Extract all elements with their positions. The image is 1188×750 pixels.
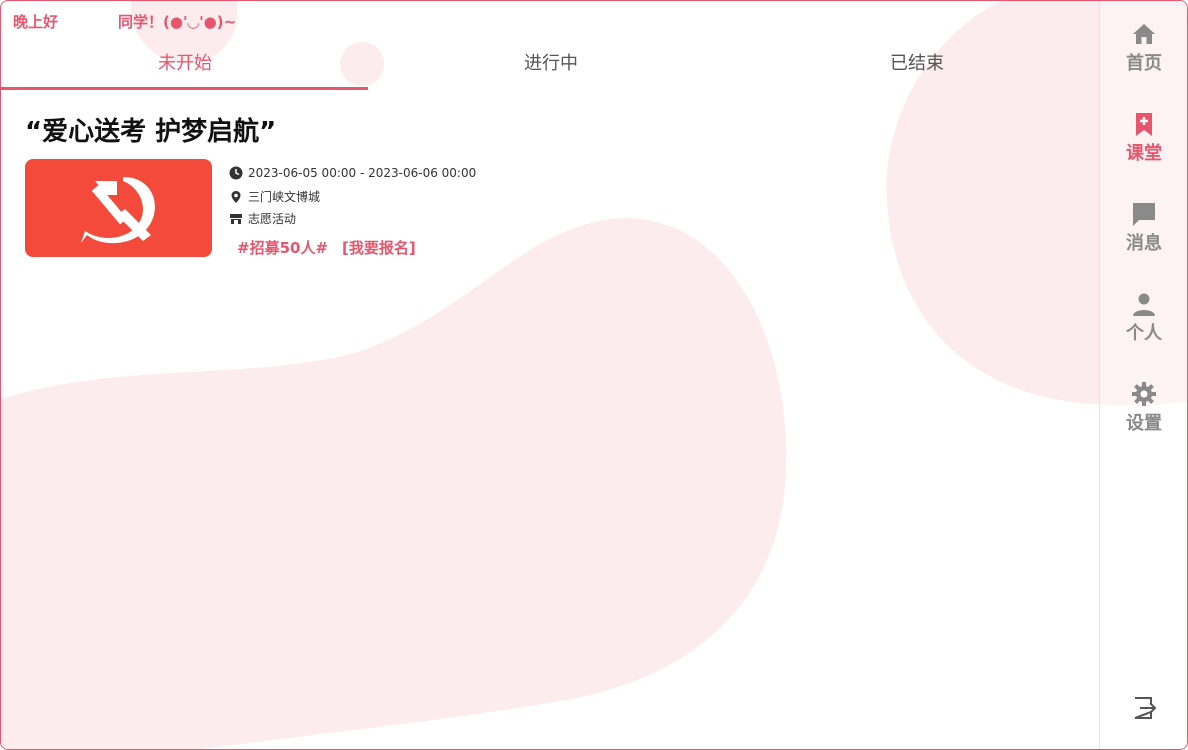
home-icon: [1133, 24, 1155, 44]
sidebar-item-classroom[interactable]: 课堂: [1100, 111, 1187, 171]
tab-in-progress[interactable]: 进行中: [524, 49, 578, 75]
tab-not-started[interactable]: 未开始: [158, 49, 212, 75]
activity-title[interactable]: “爱心送考 护梦启航”: [25, 111, 276, 148]
clock-icon: [229, 166, 243, 180]
signup-button[interactable]: [我要报名]: [342, 237, 416, 258]
status-tabs: 未开始 进行中 已结束: [1, 41, 1099, 91]
sidebar-item-settings[interactable]: 设置: [1100, 381, 1187, 441]
greeting: 晚上好 同学！(●'◡'●)~: [13, 11, 236, 32]
activity-location: 三门峡文博城: [248, 190, 321, 204]
sidebar-item-label: 设置: [1126, 413, 1162, 434]
activity-category: 志愿活动: [248, 212, 297, 226]
activity-location-row: 三门峡文博城: [229, 188, 320, 205]
store-icon: [230, 213, 242, 224]
activity-category-row: 志愿活动: [229, 210, 296, 227]
sidebar-item-label: 课堂: [1126, 143, 1162, 164]
app-window: 晚上好 同学！(●'◡'●)~ 未开始 进行中 已结束 “爱心送考 护梦启航” 2…: [0, 0, 1188, 750]
greeting-suffix: 同学！(●'◡'●)~: [118, 13, 237, 31]
greeting-prefix: 晚上好: [13, 13, 59, 31]
sidebar-item-label: 消息: [1126, 233, 1162, 254]
gear-icon: [1132, 382, 1156, 406]
sidebar-item-home[interactable]: 首页: [1100, 21, 1187, 81]
bookmark-plus-icon: [1136, 113, 1152, 136]
user-icon: [1133, 293, 1155, 316]
message-icon: [1133, 203, 1155, 226]
sidebar-item-profile[interactable]: 个人: [1100, 291, 1187, 351]
recruit-tag: #招募50人#: [237, 239, 329, 257]
activity-thumbnail[interactable]: [25, 159, 212, 257]
tab-ended[interactable]: 已结束: [890, 49, 944, 75]
hammer-sickle-emblem: [81, 177, 155, 244]
sidebar-item-label: 首页: [1126, 53, 1162, 74]
sidebar-nav: 首页 课堂 消息 个人 设置: [1099, 1, 1187, 749]
redacted-username: [60, 15, 117, 30]
activity-time-row: 2023-06-05 00:00 - 2023-06-06 00:00: [229, 166, 476, 180]
location-pin-icon: [231, 190, 241, 203]
sidebar-item-messages[interactable]: 消息: [1100, 201, 1187, 261]
active-tab-indicator: [1, 87, 368, 90]
sidebar-item-label: 个人: [1126, 323, 1162, 344]
logout-icon[interactable]: [1131, 695, 1157, 721]
activity-time: 2023-06-05 00:00 - 2023-06-06 00:00: [248, 166, 477, 180]
